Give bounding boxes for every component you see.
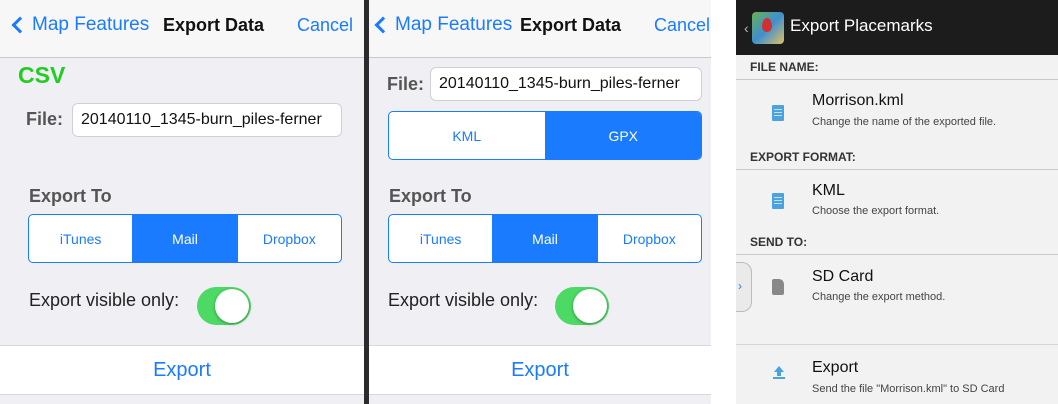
cancel-button[interactable]: Cancel xyxy=(654,15,710,36)
back-label: Map Features xyxy=(32,14,150,35)
export-to-label: Export To xyxy=(389,186,472,206)
sd-card-icon xyxy=(772,279,784,295)
visible-only-toggle[interactable] xyxy=(555,287,609,325)
segment-mail[interactable]: Mail xyxy=(493,215,598,262)
page-title: Export Data xyxy=(163,15,265,35)
format-label: CSV xyxy=(18,62,66,88)
section-header-send-to: SEND TO: xyxy=(736,235,1058,255)
visible-only-label: Export visible only: xyxy=(388,290,539,310)
chevron-left-icon xyxy=(11,16,29,34)
list-item-export[interactable]: Export Send the file "Morrison.kml" to S… xyxy=(736,344,1058,404)
file-name-input[interactable] xyxy=(430,67,702,101)
item-secondary-text: Change the export method. xyxy=(812,291,946,303)
list-item-send-to[interactable]: SD Card Change the export method. xyxy=(736,257,1058,327)
item-primary-text: SD Card xyxy=(812,268,874,285)
format-segmented-control: KML GPX xyxy=(388,111,702,160)
segment-gpx[interactable]: GPX xyxy=(545,112,701,159)
segment-dropbox[interactable]: Dropbox xyxy=(238,215,341,262)
item-secondary-text: Change the name of the exported file. xyxy=(812,116,997,128)
export-button[interactable]: Export xyxy=(0,345,364,395)
segment-itunes[interactable]: iTunes xyxy=(389,215,494,262)
cancel-button[interactable]: Cancel xyxy=(297,15,353,36)
file-name-input[interactable] xyxy=(72,103,342,137)
chevron-left-icon xyxy=(374,16,392,34)
item-primary-text: KML xyxy=(812,182,845,199)
document-icon xyxy=(772,193,784,209)
export-destination-segmented-control: iTunes Mail Dropbox xyxy=(28,214,342,263)
page-title: Export Data xyxy=(520,15,622,35)
list-item-file-name[interactable]: Morrison.kml Change the name of the expo… xyxy=(736,82,1058,150)
file-label: File: xyxy=(26,109,64,129)
map-pin-icon xyxy=(762,18,772,32)
action-bar: ‹ Export Placemarks xyxy=(736,0,1058,55)
bottom-background xyxy=(0,395,364,404)
bottom-background xyxy=(369,395,711,404)
section-header-file-name: FILE NAME: xyxy=(736,60,1058,80)
android-export-placemarks-panel: ‹ Export Placemarks FILE NAME: Morrison.… xyxy=(736,0,1058,404)
chevron-right-icon: › xyxy=(738,279,742,293)
upload-arrow-icon xyxy=(772,365,786,379)
navigation-bar: Map Features Export Data Cancel xyxy=(0,0,364,58)
back-button[interactable]: Map Features xyxy=(10,14,149,36)
export-to-label: Export To xyxy=(29,186,112,206)
export-button[interactable]: Export xyxy=(369,345,711,395)
visible-only-toggle[interactable] xyxy=(197,287,251,325)
item-secondary-text: Choose the export format. xyxy=(812,205,940,217)
toggle-knob xyxy=(215,289,249,323)
segment-mail[interactable]: Mail xyxy=(133,215,238,262)
app-map-icon[interactable] xyxy=(752,12,784,44)
item-primary-text: Morrison.kml xyxy=(812,92,904,109)
segment-dropbox[interactable]: Dropbox xyxy=(598,215,701,262)
segment-kml[interactable]: KML xyxy=(389,112,546,159)
back-button[interactable]: Map Features xyxy=(373,14,512,36)
export-destination-segmented-control: iTunes Mail Dropbox xyxy=(388,214,702,263)
segment-itunes[interactable]: iTunes xyxy=(29,215,134,262)
ios-export-panel-kml-gpx: Map Features Export Data Cancel File: KM… xyxy=(369,0,711,404)
file-label: File: xyxy=(387,74,425,94)
up-chevron-icon[interactable]: ‹ xyxy=(744,20,749,36)
item-secondary-text: Send the file "Morrison.kml" to SD Card xyxy=(812,383,1005,395)
page-title: Export Placemarks xyxy=(790,16,933,35)
list-item-export-format[interactable]: KML Choose the export format. xyxy=(736,172,1058,235)
back-label: Map Features xyxy=(395,14,513,35)
item-primary-text: Export xyxy=(812,359,859,376)
drawer-handle[interactable]: › xyxy=(736,262,752,312)
section-header-export-format: EXPORT FORMAT: xyxy=(736,150,1058,170)
document-icon xyxy=(772,105,784,121)
toggle-knob xyxy=(573,289,607,323)
navigation-bar: Map Features Export Data Cancel xyxy=(369,0,711,58)
ios-export-panel-csv: Map Features Export Data Cancel CSV File… xyxy=(0,0,364,404)
visible-only-label: Export visible only: xyxy=(29,290,180,310)
